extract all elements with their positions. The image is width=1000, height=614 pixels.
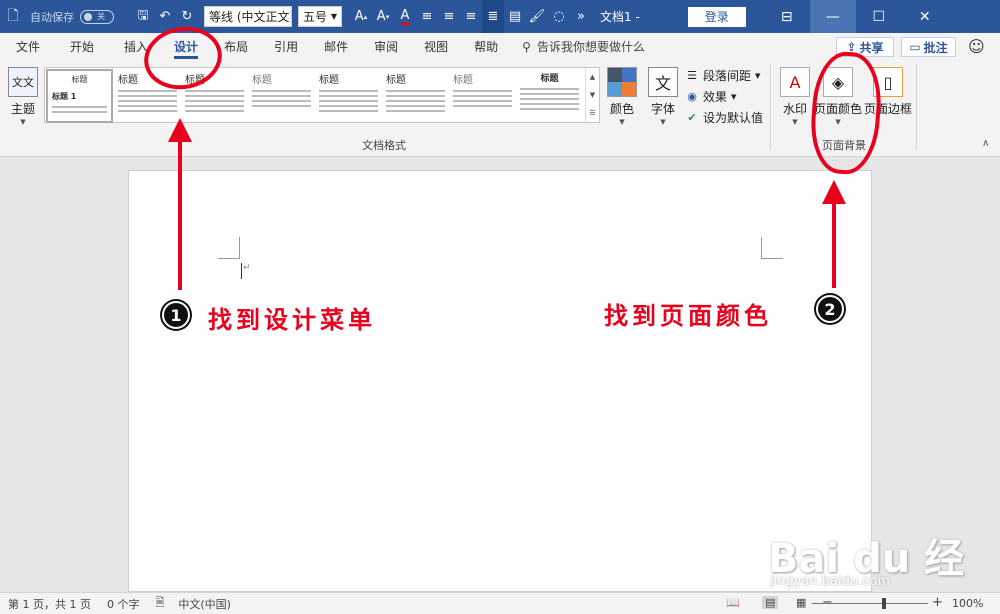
read-mode-icon[interactable]: 📖: [726, 596, 740, 609]
proofing-icon[interactable]: 🗎: [155, 594, 164, 613]
arrow-to-design-tab: [168, 118, 192, 290]
zoom-in-icon[interactable]: +: [932, 595, 943, 610]
zoom-level[interactable]: 100%: [952, 597, 983, 610]
web-layout-icon[interactable]: ▦: [796, 596, 806, 609]
arrow-to-page-color: [822, 180, 846, 288]
step-1-badge: 1: [162, 301, 190, 329]
annotation-arrows: [168, 118, 846, 290]
step-2-badge: 2: [816, 295, 844, 323]
language[interactable]: 中文(中国): [178, 596, 231, 612]
step-2-text: 找到页面颜色: [604, 301, 772, 330]
word-count[interactable]: 0 个字: [107, 596, 140, 612]
baidu-watermark-url: jingyan.baidu.com: [770, 574, 890, 589]
status-bar: 第 1 页，共 1 页 0 个字 🗎 中文(中国) 📖 ▤ ▦ − + 100%: [0, 592, 1000, 614]
step-1-text: 找到设计菜单: [208, 305, 376, 334]
zoom-slider[interactable]: [812, 603, 928, 604]
print-layout-icon[interactable]: ▤: [762, 596, 779, 609]
page-info[interactable]: 第 1 页，共 1 页: [8, 596, 91, 612]
zoom-slider-thumb[interactable]: [882, 598, 886, 609]
